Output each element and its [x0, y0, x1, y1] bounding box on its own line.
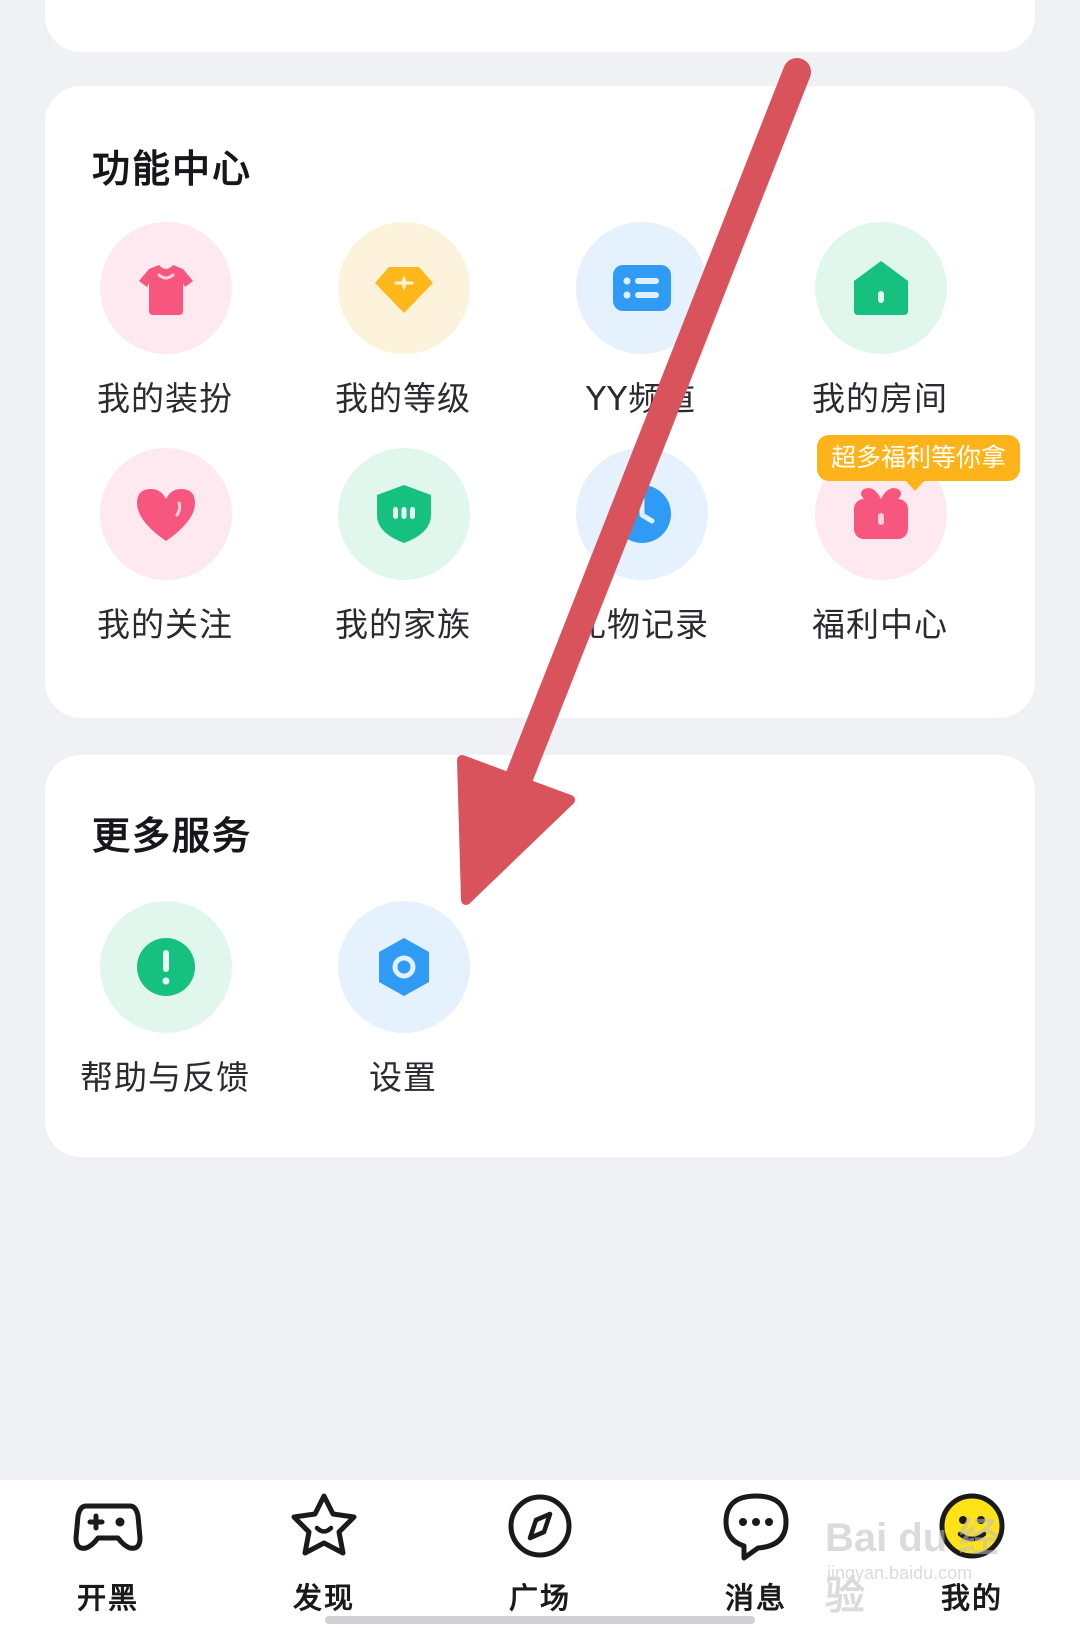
grid-item-yy-channel[interactable]: YY频道: [521, 222, 761, 422]
help-icon: [100, 901, 232, 1033]
grid-item-label: 我的关注: [97, 605, 233, 644]
grid-item-my-level[interactable]: 我的等级: [283, 222, 523, 422]
section-title-more-services: 更多服务: [92, 814, 253, 858]
grid-item-my-room[interactable]: 我的房间: [760, 222, 1000, 422]
grid-item-label: 我的等级: [335, 379, 471, 418]
grid-item-label: 我的房间: [812, 379, 948, 418]
diamond-icon: [338, 222, 470, 354]
grid-item-label: 我的家族: [335, 605, 471, 644]
tab-kaihei[interactable]: 开黑: [28, 1490, 188, 1620]
baidu-watermark: Bai du 经验 jingyan.baidu.com: [825, 1505, 1025, 1618]
grid-item-label: 我的装扮: [97, 379, 233, 418]
tab-square[interactable]: 广场: [460, 1490, 620, 1620]
tab-messages[interactable]: 消息: [676, 1490, 836, 1620]
tab-label: 消息: [724, 1581, 787, 1615]
tab-label: 开黑: [76, 1581, 139, 1615]
home-indicator[interactable]: [325, 1616, 755, 1624]
heart-icon: [100, 448, 232, 580]
grid-item-label: 礼物记录: [573, 605, 709, 644]
gamepad-icon: [73, 1503, 143, 1551]
clothes-icon: [100, 222, 232, 354]
tab-label: 发现: [292, 1581, 355, 1615]
grid-item-my-outfit[interactable]: 我的装扮: [45, 222, 285, 422]
tab-discover[interactable]: 发现: [244, 1490, 404, 1620]
grid-item-my-follows[interactable]: 我的关注: [45, 448, 285, 648]
grid-item-my-family[interactable]: 我的家族: [283, 448, 523, 648]
more-services-card: 更多服务 帮助与反馈 设置: [45, 755, 1035, 1157]
grid-item-label: YY频道: [585, 379, 697, 418]
welfare-badge: 超多福利等你拿: [817, 435, 1021, 491]
channel-list-icon: [576, 222, 708, 354]
compass-icon: [508, 1494, 572, 1558]
family-shield-icon: [338, 448, 470, 580]
top-card: [45, 0, 1035, 52]
grid-item-label: 帮助与反馈: [80, 1058, 250, 1097]
watermark-url: jingyan.baidu.com: [827, 1563, 973, 1583]
tab-label: 广场: [508, 1581, 571, 1615]
clock-icon: [576, 448, 708, 580]
grid-item-help-feedback[interactable]: 帮助与反馈: [45, 901, 285, 1101]
chat-bubble-icon: [723, 1493, 789, 1561]
function-center-card: 功能中心 我的装扮 我的等级 YY频道 我的房间 我的关注 我的家族 礼物记录 …: [45, 86, 1035, 718]
grid-item-settings[interactable]: 设置: [283, 901, 523, 1101]
settings-icon: [338, 901, 470, 1033]
grid-item-gift-records[interactable]: 礼物记录: [521, 448, 761, 648]
section-title-function-center: 功能中心: [92, 147, 253, 191]
house-icon: [815, 222, 947, 354]
star-icon: [291, 1493, 357, 1556]
grid-item-label: 设置: [369, 1058, 437, 1097]
grid-item-label: 福利中心: [812, 605, 948, 644]
